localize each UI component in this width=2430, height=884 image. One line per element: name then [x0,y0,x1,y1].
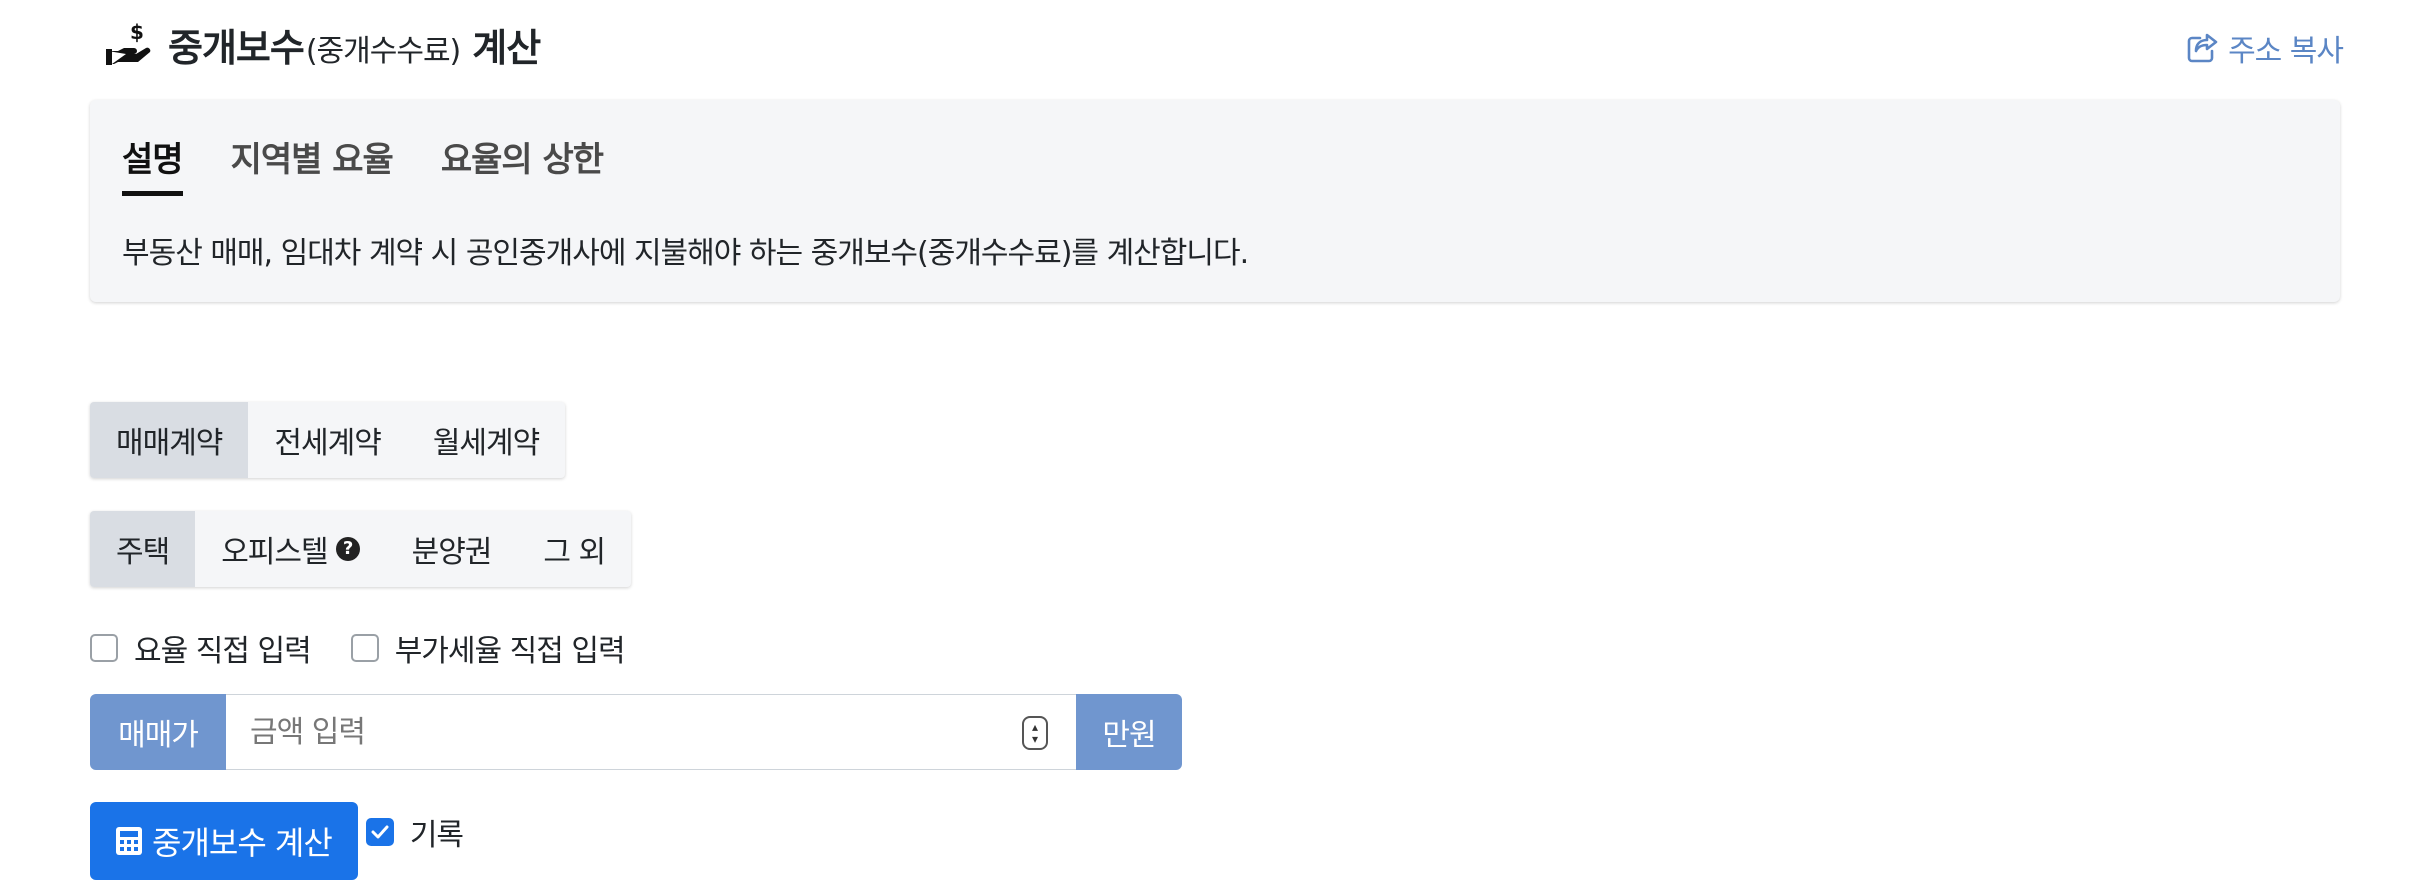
contract-jeonse-button[interactable]: 전세계약 [248,402,406,478]
check-icon [371,825,389,839]
calculator-icon [116,827,142,855]
tab-description[interactable]: 설명 [122,132,184,196]
page-header: $ 중개보수 (중개수수료) 계산 [104,17,541,72]
property-house-label: 주택 [116,535,170,570]
amount-input[interactable] [226,694,1076,770]
tab-regional-rates[interactable]: 지역별 요율 [231,132,394,196]
property-other-button[interactable]: 그 외 [517,511,631,587]
property-presale-label: 분양권 [411,535,493,570]
vat-manual-checkbox[interactable] [350,634,379,662]
rate-manual-option[interactable]: 요율 직접 입력 [90,626,312,670]
calculate-button[interactable]: 중개보수 계산 [90,802,358,880]
price-suffix: 만원 [1076,694,1182,770]
title-suffix: 계산 [472,25,541,70]
hand-coin-icon: $ [106,20,151,65]
contract-monthly-rent-button[interactable]: 월세계약 [407,402,565,478]
contract-type-group: 매매계약 전세계약 월세계약 [90,402,566,478]
description-text: 부동산 매매, 임대차 계약 시 공인중개사에 지불해야 하는 중개보수(중개수… [122,236,1249,271]
info-card: 설명 지역별 요율 요율의 상한 부동산 매매, 임대차 계약 시 공인중개사에… [90,100,2340,302]
record-checkbox[interactable] [365,818,394,846]
record-option[interactable]: 기록 [365,810,464,854]
record-label: 기록 [409,818,464,853]
info-tabs: 설명 지역별 요율 요율의 상한 [122,132,604,196]
copy-address-link[interactable]: 주소 복사 [2184,26,2344,70]
tab-rate-cap[interactable]: 요율의 상한 [441,132,604,196]
title-main: 중개보수 [168,25,305,70]
page-title: 중개보수 (중개수수료) 계산 [168,17,541,72]
title-paren: (중개수수료) [305,33,461,69]
question-circle-icon[interactable]: ? [335,537,360,561]
price-input-group: 매매가 ▴ ▾ 만원 [90,694,1182,770]
submit-row: 중개보수 계산 기록 [90,802,464,880]
number-spinner[interactable]: ▴ ▾ [1022,716,1048,750]
property-officetel-label: 오피스텔 [221,535,328,570]
calculate-button-label: 중개보수 계산 [152,824,333,862]
copy-address-label: 주소 복사 [2228,34,2344,69]
share-icon [2187,33,2218,63]
vat-manual-label: 부가세율 직접 입력 [394,634,626,669]
property-type-group: 주택 오피스텔 ? 분양권 그 외 [90,511,632,587]
price-prefix: 매매가 [90,694,226,770]
property-presale-button[interactable]: 분양권 [386,511,518,587]
property-officetel-button[interactable]: 오피스텔 ? [195,511,385,587]
rate-manual-checkbox[interactable] [90,634,118,662]
spinner-down-icon[interactable]: ▾ [1032,733,1038,745]
page-root: $ 중개보수 (중개수수료) 계산 주소 복사 설명 지역별 요율 요율의 상한… [0,0,2430,884]
property-house-button[interactable]: 주택 [90,511,196,587]
vat-manual-option[interactable]: 부가세율 직접 입력 [350,626,626,670]
option-checkboxes: 요율 직접 입력 부가세율 직접 입력 [90,626,626,670]
contract-sale-button[interactable]: 매매계약 [90,402,249,478]
property-other-label: 그 외 [543,535,606,570]
rate-manual-label: 요율 직접 입력 [134,634,312,669]
svg-text:$: $ [130,20,144,44]
